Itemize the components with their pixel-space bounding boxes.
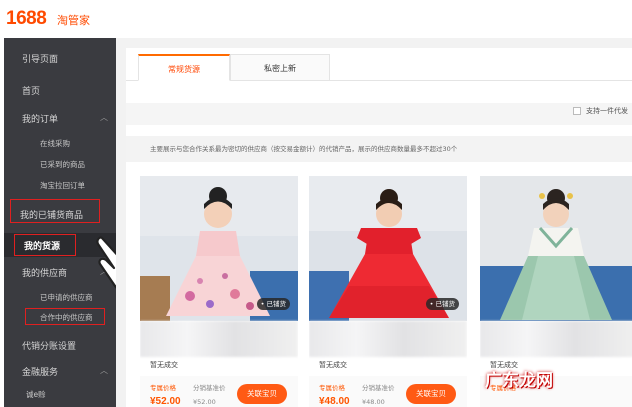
blurred-title (309, 321, 467, 357)
blurred-title (480, 321, 632, 357)
sidebar-item-orders[interactable]: 我的订单 ︿ (4, 112, 116, 126)
highlight-box (25, 308, 105, 325)
exclusive-price-label: 专属价格 (319, 384, 345, 392)
sidebar-item-label: 首页 (22, 87, 41, 97)
chevron-up-icon: ︿ (100, 113, 108, 122)
sidebar-item-label: 我的供应商 (22, 269, 68, 279)
distribution-price-label: 分销基准价 (362, 384, 395, 392)
product-card[interactable]: • 已铺货 暂无成交 专属价格 ¥48.00 分销基准价 ¥48.00 关联宝贝 (309, 176, 467, 407)
link-item-button[interactable]: 关联宝贝 (406, 384, 456, 404)
sidebar-item-label: 代销分账设置 (22, 342, 77, 352)
blurred-title (140, 321, 298, 357)
app-root: 1688 淘管家 引导页面 首页 我的订单 ︿ 在线采购 已采到的商品 淘宝拉回订… (0, 0, 632, 407)
tab-regular-sources[interactable]: 常规货源 (138, 54, 230, 81)
sidebar-item-guide[interactable]: 引导页面 (4, 52, 116, 66)
sidebar-subitem-taobao-orders[interactable]: 淘宝拉回订单 (4, 180, 116, 192)
distribution-price: ¥52.00 (193, 398, 216, 406)
exclusive-price-label: 专属价格 (150, 384, 176, 392)
sidebar-item-label: 金融服务 (22, 368, 59, 378)
sidebar-subitem-credit[interactable]: 诚e赊 (4, 389, 116, 401)
sidebar-subitem-label: 已采到的商品 (40, 160, 85, 169)
exclusive-price: ¥52.00 (150, 396, 181, 407)
sidebar-subitem-purchased-goods[interactable]: 已采到的商品 (4, 159, 116, 171)
main-area: 常规货源 私密上新 支持一件代发 主要展示与您合作关系最为密切的供应商（按交易金… (116, 38, 632, 407)
logo-subtitle: 淘管家 (57, 14, 90, 27)
notice-text: 主要展示与您合作关系最为密切的供应商（按交易金额计）的代销产品，展示的供应商数量… (126, 136, 632, 162)
sidebar-item-label: 我的订单 (22, 115, 59, 125)
sales-status: 暂无成交 (150, 361, 178, 369)
exclusive-price: ¥48.00 (319, 396, 350, 407)
sidebar-item-split-settings[interactable]: 代销分账设置 (4, 339, 116, 353)
chevron-up-icon: ︿ (100, 366, 108, 375)
distribution-price: ¥48.00 (362, 398, 385, 406)
distributed-badge: • 已铺货 (256, 298, 290, 310)
watermark: 广东龙网 (485, 371, 553, 391)
dropship-filter-label: 支持一件代发 (586, 107, 628, 115)
sidebar-subitem-label: 已申请的供应商 (40, 293, 93, 302)
sidebar-item-finance[interactable]: 金融服务 ︿ (4, 365, 116, 379)
checkbox-icon[interactable] (573, 107, 581, 115)
highlight-box (14, 234, 76, 256)
sidebar-subitem-label: 诚e赊 (26, 390, 46, 399)
tab-private-new[interactable]: 私密上新 (230, 54, 330, 81)
distribution-price-label: 分销基准价 (193, 384, 226, 392)
product-image[interactable]: • 已铺货 (140, 176, 298, 321)
highlight-box (10, 199, 100, 223)
distributed-badge: • 已铺货 (425, 298, 459, 310)
content-panel: 常规货源 私密上新 支持一件代发 主要展示与您合作关系最为密切的供应商（按交易金… (126, 48, 632, 407)
sidebar-item-home[interactable]: 首页 (4, 84, 116, 98)
logo[interactable]: 1688 (6, 8, 47, 30)
filter-bar (126, 103, 632, 125)
product-card[interactable]: • 已铺货 暂无成交 专属价格 ¥52.00 分销基准价 ¥52.00 关联宝贝 (140, 176, 298, 407)
header: 1688 淘管家 (0, 0, 632, 38)
product-image[interactable] (480, 176, 632, 321)
sales-status: 暂无成交 (319, 361, 347, 369)
sidebar-subitem-label: 在线采购 (40, 139, 70, 148)
sidebar-item-label: 引导页面 (22, 55, 59, 65)
tab-bar: 常规货源 私密上新 (126, 54, 632, 81)
link-item-button[interactable]: 关联宝贝 (237, 384, 287, 404)
product-image[interactable]: • 已铺货 (309, 176, 467, 321)
sidebar-subitem-label: 淘宝拉回订单 (40, 181, 85, 190)
sidebar-subitem-online-purchase[interactable]: 在线采购 (4, 138, 116, 150)
sidebar: 引导页面 首页 我的订单 ︿ 在线采购 已采到的商品 淘宝拉回订单 我的已铺货商品… (4, 38, 116, 407)
